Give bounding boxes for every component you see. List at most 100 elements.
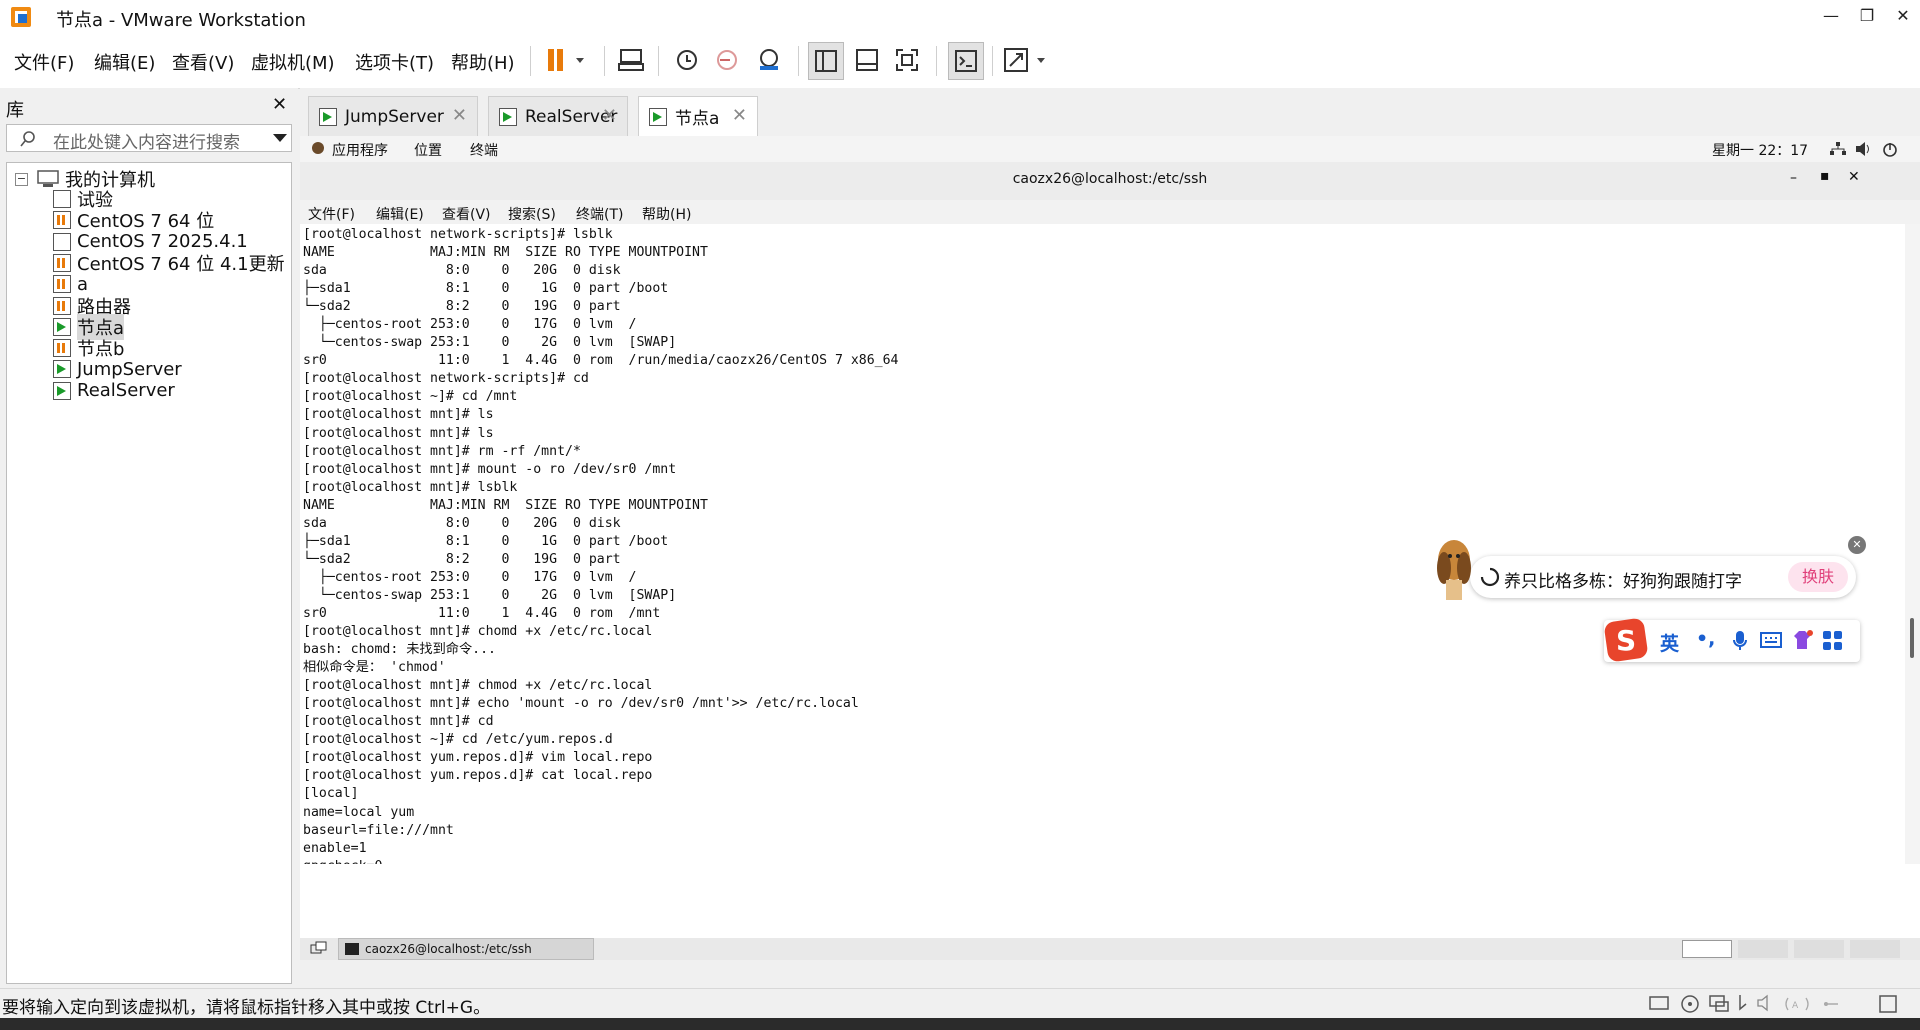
guest-menu-apps[interactable]: 应用程序: [332, 140, 388, 160]
pause-button[interactable]: [540, 42, 590, 78]
toolbar-separator: [936, 46, 937, 76]
vm-running-icon: [53, 317, 71, 336]
menu-edit[interactable]: 编辑(E): [94, 49, 155, 75]
ime-status-bar: S 英 •,: [1604, 618, 1860, 664]
vm-tabs: JumpServer ✕ RealServer ✕ 节点a ✕: [300, 88, 1920, 136]
snapshot-manager-icon: [760, 49, 778, 70]
ime-skin-button[interactable]: 换肤: [1788, 562, 1848, 592]
terminal-menubar: 文件(F) 编辑(E) 查看(V) 搜索(S) 终端(T) 帮助(H): [300, 200, 1920, 224]
menu-vm[interactable]: 虚拟机(M): [251, 49, 335, 75]
close-tab-icon[interactable]: ✕: [732, 105, 747, 126]
tab-realserver[interactable]: RealServer ✕: [488, 96, 628, 136]
terminal-title: caozx26@localhost:/etc/ssh: [1012, 171, 1208, 187]
library-vm-item[interactable]: RealServer: [53, 379, 175, 403]
terminal-menu-terminal[interactable]: 终端(T): [576, 204, 623, 224]
title-bar: 节点a - VMware Workstation — ❐ ✕: [0, 0, 1920, 34]
guest-menu-places[interactable]: 位置: [414, 140, 442, 160]
volume-icon[interactable]: [1856, 142, 1872, 156]
maximize-button[interactable]: ❐: [1852, 4, 1882, 28]
show-desktop-icon[interactable]: [310, 941, 328, 957]
library-vm-label: RealServer: [77, 380, 175, 402]
svg-text:S: S: [1616, 624, 1636, 657]
ime-tip-text: 养只比格多栋：好狗狗跟随打字: [1504, 572, 1742, 592]
status-bar: 要将输入定向到该虚拟机，请将鼠标指针移入其中或按 Ctrl+G。 A: [0, 988, 1920, 1019]
menu-help[interactable]: 帮助(H): [451, 49, 515, 75]
window-title: 节点a - VMware Workstation: [56, 10, 306, 31]
terminal-minimize-button[interactable]: –: [1790, 170, 1797, 186]
toolbox-grid-icon[interactable]: [1822, 630, 1844, 652]
close-tab-icon[interactable]: ✕: [602, 105, 617, 126]
taskbar-item-label: caozx26@localhost:/etc/ssh: [365, 942, 532, 956]
vm-console[interactable]: 应用程序 位置 终端 星期一 22：17 caozx26@localhost:/…: [300, 136, 1920, 960]
terminal-menu-help[interactable]: 帮助(H): [642, 204, 691, 224]
device-status-icons[interactable]: A: [1646, 993, 1906, 1015]
sogou-logo-icon[interactable]: S: [1604, 618, 1650, 664]
send-ctrl-alt-del-button[interactable]: [614, 42, 648, 78]
keyboard-icon[interactable]: [1760, 632, 1782, 648]
microphone-icon[interactable]: [1732, 630, 1748, 652]
revert-snapshot-button[interactable]: [710, 42, 744, 78]
network-icon[interactable]: [1830, 142, 1846, 156]
vm-suspended-icon: [53, 275, 71, 294]
search-icon: [20, 131, 35, 147]
ime-bubble-close-button[interactable]: ✕: [1848, 536, 1866, 554]
close-window-button[interactable]: ✕: [1888, 4, 1918, 28]
snapshot-button[interactable]: [670, 42, 704, 78]
full-screen-button[interactable]: [890, 42, 924, 78]
terminal-menu-edit[interactable]: 编辑(E): [376, 204, 424, 224]
console-icon: [955, 50, 977, 72]
library-tree: − 我的计算机 试验 CentOS 7 64 位 CentOS 7 2025.4.1…: [6, 162, 292, 984]
snapshot-manager-button[interactable]: [752, 42, 786, 78]
terminal-text: [root@localhost network-scripts]# lsblk …: [303, 227, 899, 864]
library-close-button[interactable]: ✕: [272, 94, 287, 115]
menu-tabs[interactable]: 选项卡(T): [355, 49, 434, 75]
power-icon[interactable]: [1882, 141, 1898, 157]
thumbnail-layout-icon: [856, 49, 878, 71]
guest-top-bar: 应用程序 位置 终端 星期一 22：17: [300, 136, 1920, 162]
vm-running-icon: [53, 381, 71, 400]
terminal-maximize-button[interactable]: ▪: [1820, 168, 1830, 184]
ime-language-toggle[interactable]: 英: [1660, 629, 1679, 656]
guest-clock[interactable]: 星期一 22：17: [1712, 140, 1808, 160]
guest-menu-terminal[interactable]: 终端: [470, 140, 498, 160]
close-tab-icon[interactable]: ✕: [452, 105, 467, 126]
console-view-button[interactable]: [948, 42, 984, 80]
terminal-scrollbar[interactable]: [1905, 224, 1920, 864]
library-vm-label: CentOS 7 64 位 4.1更新: [77, 253, 285, 275]
tab-node-a[interactable]: 节点a ✕: [638, 96, 758, 136]
apps-icon: [312, 142, 324, 154]
ime-punctuation-toggle[interactable]: •,: [1696, 628, 1715, 650]
skin-shirt-icon[interactable]: [1790, 628, 1814, 652]
workspace-2[interactable]: [1738, 940, 1788, 958]
chevron-down-icon[interactable]: [273, 134, 287, 144]
menu-view[interactable]: 查看(V): [172, 49, 234, 75]
vm-running-icon: [53, 360, 71, 379]
beagle-mascot-icon: [1437, 540, 1471, 600]
keyboard-computer-icon: [618, 49, 644, 71]
ime-tip-bubble[interactable]: 养只比格多栋：好狗狗跟随打字 换肤 ✕: [1437, 536, 1866, 600]
menu-file[interactable]: 文件(F): [14, 49, 74, 75]
library-search[interactable]: 在此处键入内容进行搜索: [6, 124, 292, 153]
workspace-1[interactable]: [1682, 940, 1732, 958]
pause-icon: [548, 49, 584, 71]
vm-suspended-icon: [53, 253, 71, 272]
tab-jumpserver[interactable]: JumpServer ✕: [308, 96, 478, 136]
workspace-3[interactable]: [1794, 940, 1844, 958]
collapse-toggle[interactable]: −: [15, 173, 28, 186]
show-thumbnail-button[interactable]: [850, 42, 884, 78]
search-input-placeholder[interactable]: 在此处键入内容进行搜索: [53, 128, 240, 153]
taskbar-terminal-item[interactable]: caozx26@localhost:/etc/ssh: [338, 938, 594, 960]
vm-running-icon: [499, 107, 517, 126]
workspace-4[interactable]: [1850, 940, 1900, 958]
stretch-guest-button[interactable]: [1002, 42, 1052, 78]
vm-running-icon: [319, 107, 337, 126]
terminal-menu-search[interactable]: 搜索(S): [508, 204, 556, 224]
terminal-menu-file[interactable]: 文件(F): [308, 204, 355, 224]
terminal-menu-view[interactable]: 查看(V): [442, 204, 491, 224]
vm-running-icon: [649, 107, 667, 126]
show-library-button[interactable]: [808, 42, 844, 80]
scrollbar-thumb[interactable]: [1910, 618, 1914, 658]
terminal-close-button[interactable]: ✕: [1848, 169, 1860, 185]
minimize-button[interactable]: —: [1816, 4, 1846, 28]
terminal-output[interactable]: [root@localhost network-scripts]# lsblk …: [300, 224, 1905, 864]
